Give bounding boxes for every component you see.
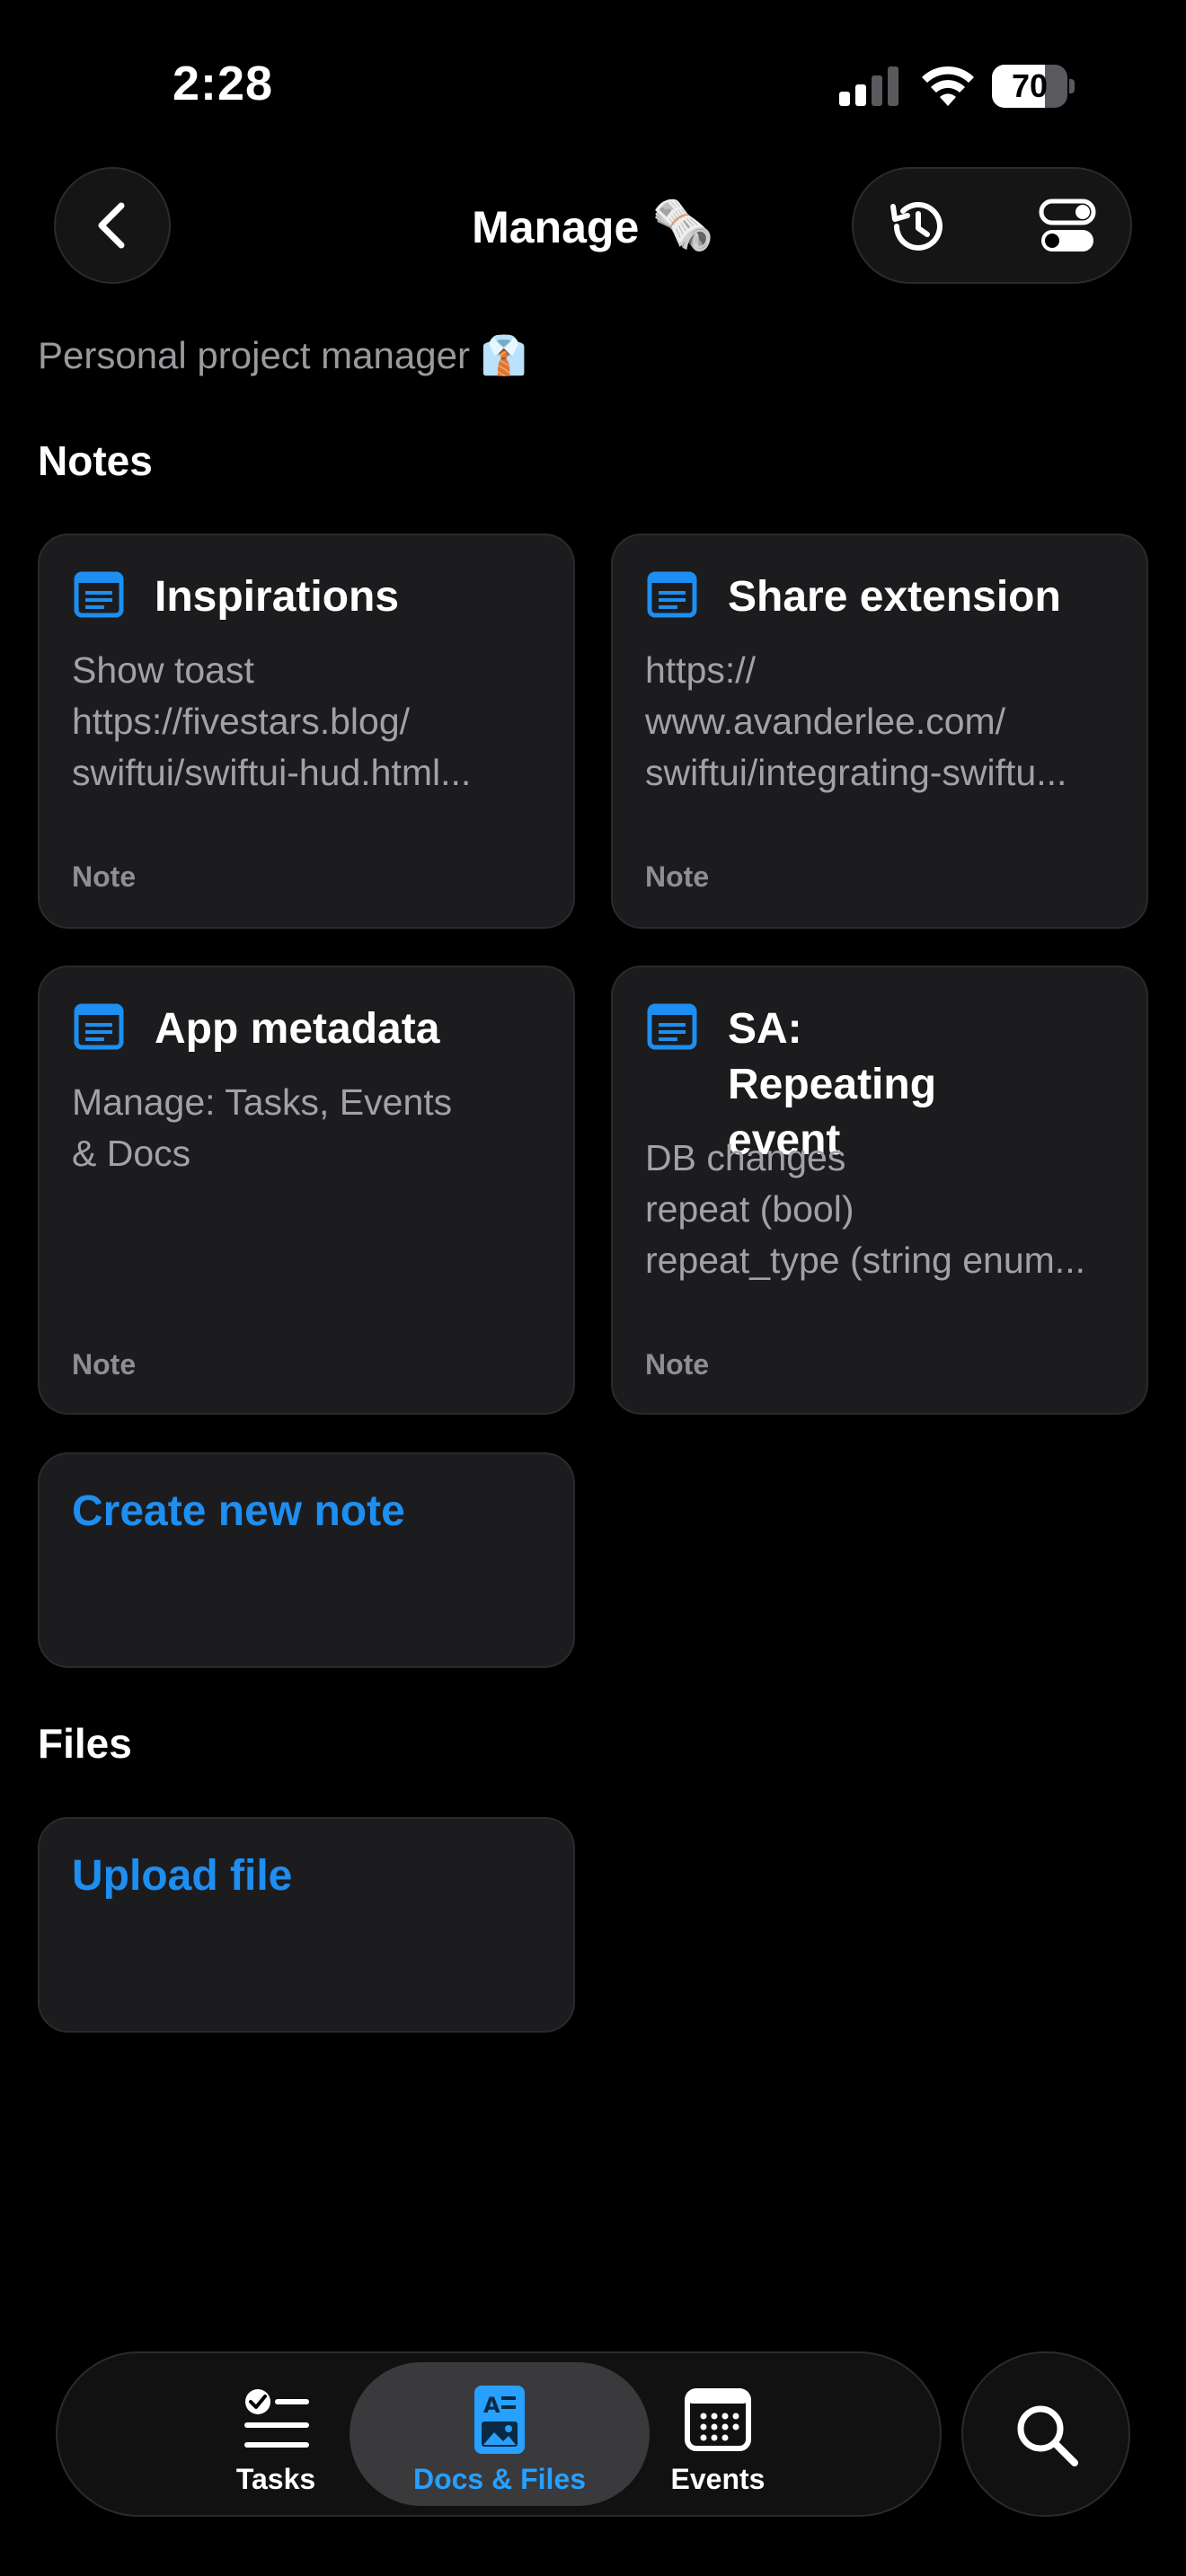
page-title: Manage 🗞️ bbox=[472, 197, 714, 253]
status-time: 2:28 bbox=[173, 57, 274, 110]
search-button[interactable] bbox=[961, 2351, 1130, 2517]
note-title: Share extension bbox=[728, 573, 1061, 621]
toggles-icon bbox=[1039, 198, 1096, 251]
note-card-repeating-event[interactable]: SA: Repeating event DB changes repeat (b… bbox=[611, 966, 1148, 1415]
note-tag: Note bbox=[645, 1348, 710, 1381]
upload-file-label: Upload file bbox=[72, 1852, 293, 1900]
note-icon bbox=[74, 571, 124, 618]
battery-level: 70 bbox=[1011, 67, 1049, 104]
create-note-label: Create new note bbox=[72, 1487, 405, 1535]
upload-file-button[interactable]: Upload file bbox=[38, 1817, 575, 2033]
note-title: App metadata bbox=[155, 1005, 440, 1053]
history-button[interactable] bbox=[879, 189, 954, 264]
chevron-left-icon bbox=[98, 202, 125, 249]
back-button[interactable] bbox=[54, 167, 171, 284]
svg-text:A: A bbox=[483, 2393, 500, 2418]
tab-events[interactable]: Events bbox=[570, 2362, 866, 2506]
note-preview: DB changes repeat (bool) repeat_type (st… bbox=[645, 1137, 1085, 1281]
page-subtitle: Personal project manager 👔 bbox=[38, 334, 527, 376]
calendar-icon bbox=[685, 2388, 751, 2451]
note-preview: Show toast https://fivestars.blog/ swift… bbox=[72, 649, 472, 793]
history-icon bbox=[890, 201, 943, 251]
wifi-icon bbox=[922, 66, 974, 106]
note-tag: Note bbox=[72, 1348, 137, 1381]
docs-icon: A bbox=[474, 2386, 525, 2454]
tab-bar: Tasks A Docs & Files Events bbox=[56, 2351, 942, 2517]
tab-label: Events bbox=[670, 2463, 766, 2495]
note-icon bbox=[647, 1003, 697, 1050]
settings-toggle-button[interactable] bbox=[1030, 189, 1105, 264]
note-icon bbox=[647, 571, 697, 618]
note-preview: https:// www.avanderlee.com/ swiftui/int… bbox=[645, 649, 1067, 793]
battery-indicator: 70 bbox=[992, 65, 1075, 108]
create-note-button[interactable]: Create new note bbox=[38, 1452, 575, 1668]
note-tag: Note bbox=[72, 860, 137, 893]
note-card-app-metadata[interactable]: App metadata Manage: Tasks, Events & Doc… bbox=[38, 966, 575, 1415]
note-title: Inspirations bbox=[155, 573, 400, 621]
note-card-share-extension[interactable]: Share extension https:// www.avanderlee.… bbox=[611, 534, 1148, 929]
search-icon bbox=[1017, 2405, 1078, 2466]
note-tag: Note bbox=[645, 860, 710, 893]
cellular-signal-icon bbox=[839, 66, 898, 106]
checklist-icon bbox=[244, 2389, 309, 2448]
note-icon bbox=[74, 1003, 124, 1050]
files-section-title: Files bbox=[38, 1720, 132, 1767]
notes-section-title: Notes bbox=[38, 437, 153, 484]
note-preview: Manage: Tasks, Events & Docs bbox=[72, 1081, 453, 1174]
newspaper-emoji: 🗞️ bbox=[651, 197, 714, 253]
header-actions bbox=[852, 167, 1132, 284]
note-card-inspirations[interactable]: Inspirations Show toast https://fivestar… bbox=[38, 534, 575, 929]
